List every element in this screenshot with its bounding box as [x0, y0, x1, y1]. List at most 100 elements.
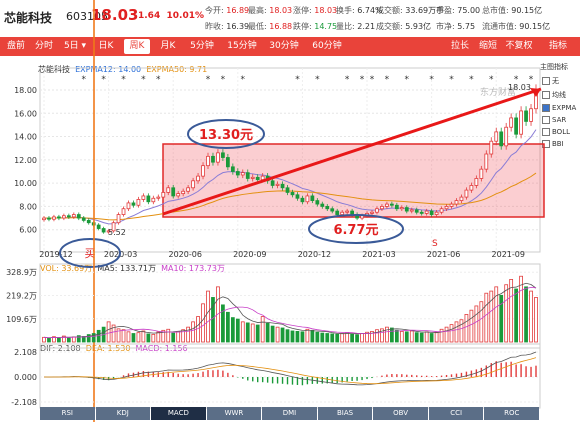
- candle-body: [221, 152, 225, 158]
- candle-body: [290, 192, 295, 196]
- candle-body: [230, 166, 235, 172]
- volume-bar: [514, 288, 518, 343]
- candle-body: [121, 208, 126, 215]
- signal-marker: *: [449, 75, 454, 85]
- volume-bar: [171, 332, 176, 343]
- candle-body: [66, 215, 71, 218]
- volume-bar: [454, 321, 459, 343]
- volume-bar: [186, 326, 190, 343]
- candle-body: [116, 214, 121, 224]
- volume-bar: [305, 328, 310, 343]
- candle-body: [509, 117, 514, 128]
- volume-bar: [315, 331, 320, 343]
- candle-body: [449, 203, 454, 207]
- candle-body: [146, 195, 151, 203]
- indicator-tab[interactable]: OBV: [373, 407, 428, 420]
- time-tick-label: 2020-12: [298, 250, 331, 259]
- volume-bar: [131, 333, 136, 343]
- volume-bar: [519, 275, 523, 343]
- candle-body: [474, 178, 479, 186]
- volume-bar: [330, 333, 335, 343]
- volume-bar: [355, 334, 359, 343]
- volume-bar: [459, 319, 464, 343]
- indicator-tab[interactable]: DMI: [262, 407, 317, 420]
- volume-bar: [390, 327, 394, 343]
- indicator-tab[interactable]: KDJ: [95, 407, 151, 420]
- candle-body: [380, 206, 384, 210]
- indicator-tab[interactable]: ROC: [484, 407, 539, 420]
- signal-marker: *: [315, 75, 320, 85]
- volume-bar: [335, 333, 340, 343]
- volume-bar: [469, 309, 474, 343]
- volume-bar: [270, 325, 275, 343]
- volume-bar: [86, 334, 91, 343]
- volume-bar: [151, 333, 156, 343]
- candle-body: [300, 197, 305, 203]
- volume-bar: [409, 330, 414, 343]
- volume-bar: [534, 297, 538, 343]
- candle-body: [529, 108, 533, 122]
- indicator-tab[interactable]: RSI: [40, 407, 95, 420]
- time-tick-label: 2020-09: [233, 250, 266, 259]
- candle-body: [96, 224, 101, 229]
- volume-bar: [434, 331, 439, 343]
- volume-bar: [47, 337, 51, 343]
- candle-body: [240, 172, 245, 176]
- candle-body: [186, 187, 190, 192]
- volume-bar: [350, 333, 354, 343]
- candle-body: [285, 187, 290, 193]
- candle-body: [71, 214, 76, 218]
- candle-body: [385, 203, 389, 207]
- candle-body: [206, 155, 210, 167]
- signal-marker: *: [206, 75, 211, 85]
- volume-bar: [156, 331, 161, 343]
- volume-bar: [141, 330, 146, 343]
- candle-body: [176, 193, 181, 197]
- candle-body: [305, 195, 310, 203]
- volume-bar: [265, 322, 270, 343]
- volume-bar: [325, 333, 330, 343]
- volume-bar: [524, 286, 528, 343]
- candle-body: [494, 131, 499, 142]
- time-tick-label: 2019-12: [39, 250, 72, 259]
- candle-body: [255, 176, 260, 181]
- time-tick-label: 2021-06: [427, 250, 460, 259]
- macd-tick-label: 0.000: [14, 373, 37, 382]
- candle-body: [325, 206, 330, 210]
- indicator-tab[interactable]: WWR: [206, 407, 262, 420]
- candle-body: [434, 211, 439, 215]
- candle-body: [171, 187, 176, 197]
- volume-bar: [201, 303, 205, 343]
- candle-body: [156, 196, 161, 199]
- signal-marker: *: [360, 75, 365, 85]
- volume-bar: [66, 337, 71, 343]
- signal-marker: *: [121, 75, 126, 85]
- candle-body: [419, 211, 424, 214]
- candle-body: [101, 228, 106, 233]
- candle-body: [524, 110, 528, 122]
- volume-bar: [479, 301, 484, 343]
- candle-body: [196, 175, 200, 182]
- volume-bar: [176, 330, 181, 343]
- indicator-tab[interactable]: BIAS: [317, 407, 373, 420]
- candle-body: [42, 217, 46, 221]
- signal-marker: *: [489, 75, 494, 85]
- kline-chart: 6.00 8.00 10.00 12.00 14.00 16.00 18.00 2019-12…: [6, 0, 545, 422]
- indicator-tab[interactable]: CCI: [428, 407, 484, 420]
- candle-body: [464, 189, 469, 198]
- candle-body: [459, 196, 464, 201]
- price-tick-label: 16.00: [14, 109, 37, 118]
- candle-body: [499, 131, 504, 147]
- indicator-tab[interactable]: MACD: [151, 407, 206, 420]
- candle-body: [250, 176, 255, 179]
- candle-body: [161, 192, 166, 198]
- macd-tick-label: -2.108: [11, 398, 37, 407]
- candle-body: [191, 180, 195, 189]
- candle-body: [370, 211, 374, 214]
- high-price-label: 13.30元: [199, 128, 253, 143]
- volume-bar: [310, 329, 315, 343]
- volume-tick-label: 328.9万: [6, 268, 37, 277]
- volume-bar: [419, 332, 424, 343]
- volume-bar: [340, 333, 345, 343]
- candle-body: [235, 171, 240, 176]
